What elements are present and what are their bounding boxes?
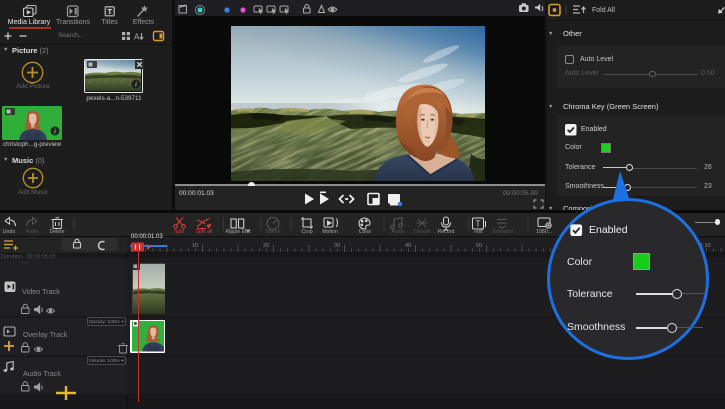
svg-text:T: T	[108, 9, 113, 16]
svg-text:A: A	[134, 33, 140, 42]
svg-text:i: i	[135, 81, 137, 89]
svg-text:i: i	[54, 128, 56, 136]
svg-text:T: T	[476, 219, 481, 228]
